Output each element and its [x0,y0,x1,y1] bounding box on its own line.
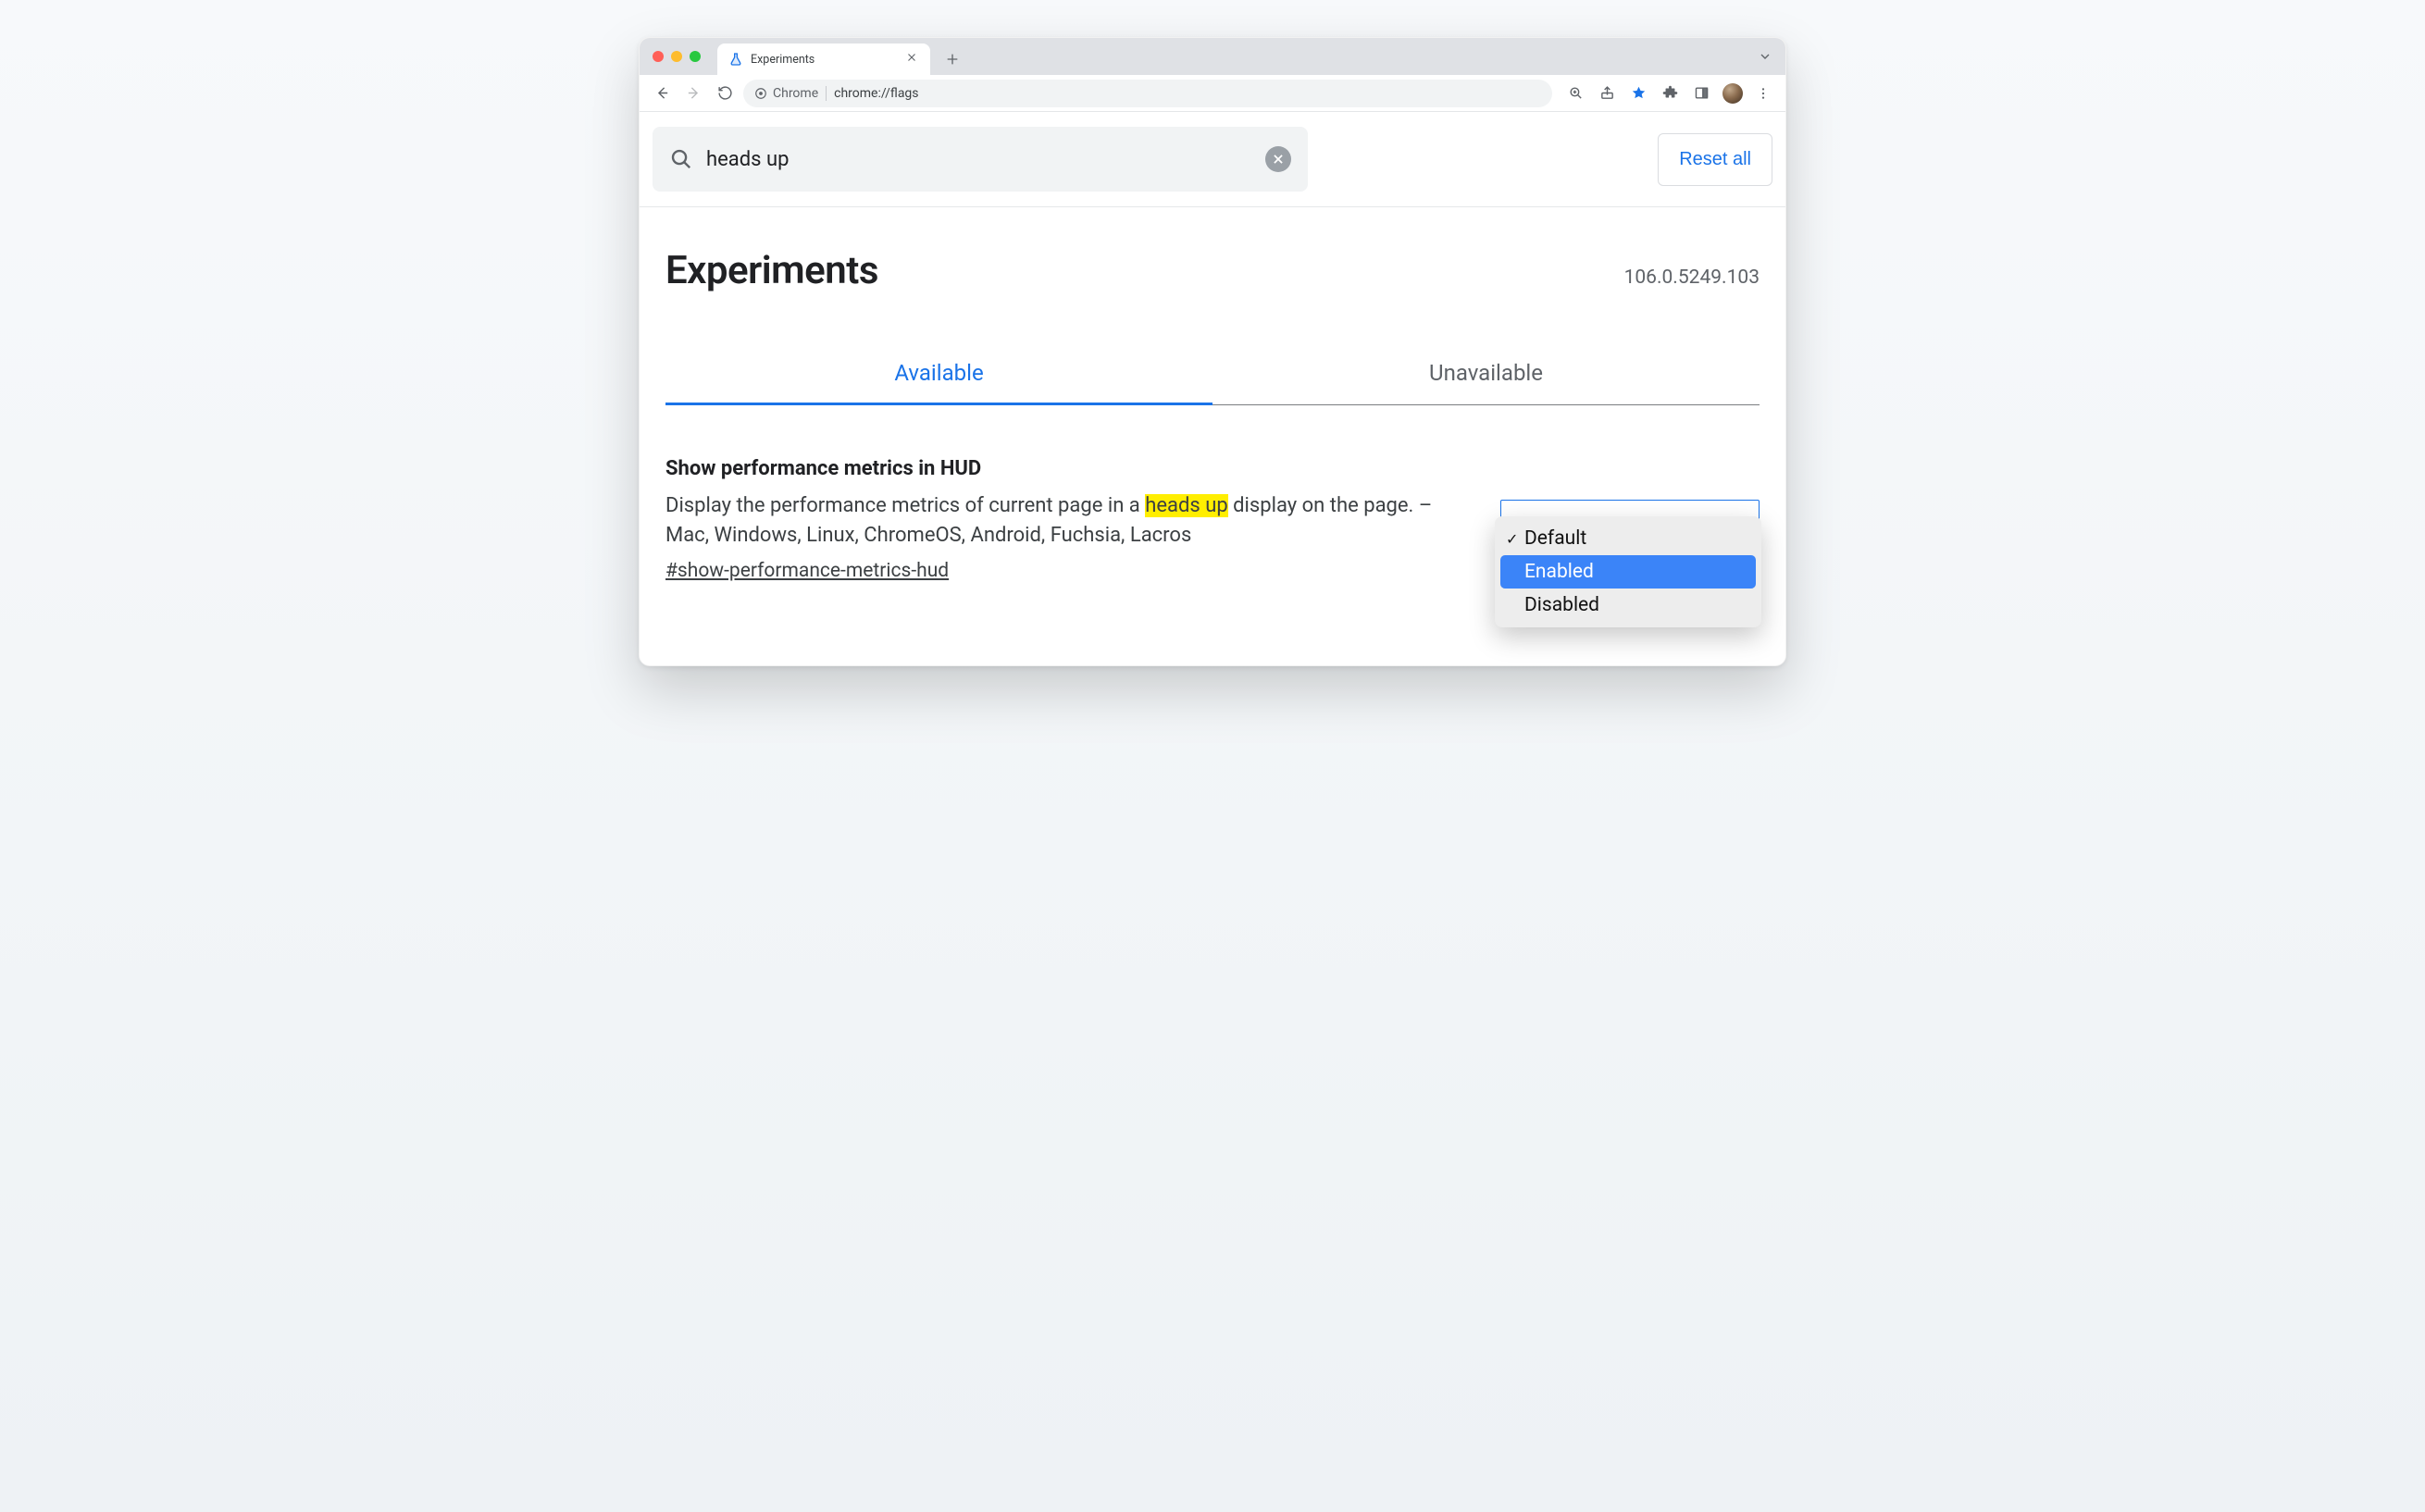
flags-content: Experiments 106.0.5249.103 Available Una… [640,207,1785,665]
reload-button[interactable] [712,81,738,106]
forward-button[interactable] [680,81,706,106]
flags-tabs: Available Unavailable [665,343,1760,405]
tab-title: Experiments [751,53,897,67]
window-maximize-button[interactable] [690,51,701,62]
site-chip-label: Chrome [773,86,818,101]
flag-description: Display the performance metrics of curre… [665,491,1463,551]
flag-option-disabled[interactable]: Disabled [1500,589,1756,622]
flag-select-menu: Default Enabled Disabled [1495,516,1761,627]
extensions-icon[interactable] [1656,80,1684,107]
page-title: Experiments [665,248,878,293]
flag-desc-before: Display the performance metrics of curre… [665,494,1145,517]
window-close-button[interactable] [653,51,664,62]
chrome-icon [754,87,767,100]
tab-available[interactable]: Available [665,343,1212,404]
flag-info: Show performance metrics in HUD Display … [665,457,1463,582]
toolbar-actions [1561,80,1776,107]
window-minimize-button[interactable] [671,51,682,62]
bookmark-star-icon[interactable] [1624,80,1652,107]
clear-search-button[interactable] [1265,146,1291,172]
back-button[interactable] [649,81,675,106]
flag-row: Show performance metrics in HUD Display … [665,457,1760,582]
flag-title: Show performance metrics in HUD [665,457,1463,480]
profile-avatar[interactable] [1719,80,1747,107]
reset-all-button[interactable]: Reset all [1658,133,1772,186]
tab-strip: Experiments [640,38,1785,75]
page-content: Reset all Experiments 106.0.5249.103 Ava… [640,112,1785,665]
chrome-menu-button[interactable] [1750,80,1776,107]
title-row: Experiments 106.0.5249.103 [665,248,1760,293]
avatar-image [1722,83,1743,104]
new-tab-button[interactable] [939,43,965,75]
sidepanel-icon[interactable] [1687,80,1715,107]
address-bar[interactable]: Chrome chrome://flags [743,80,1552,107]
site-chip: Chrome [754,86,818,101]
flag-option-enabled[interactable]: Enabled [1500,555,1756,589]
tab-unavailable[interactable]: Unavailable [1212,343,1760,404]
search-flags-input[interactable] [706,148,1252,171]
flask-icon [728,52,743,67]
browser-tab[interactable]: Experiments [717,43,930,75]
search-icon [669,147,693,171]
flags-search-bar: Reset all [640,112,1785,207]
tab-close-button[interactable] [904,50,919,68]
share-icon[interactable] [1593,80,1621,107]
chrome-version: 106.0.5249.103 [1624,266,1760,289]
omnibox-separator [826,86,827,101]
flag-option-default[interactable]: Default [1500,522,1756,555]
window-controls [647,38,708,75]
url-text: chrome://flags [834,86,918,101]
search-flags-field-wrap [653,127,1308,192]
flag-anchor-link[interactable]: #show-performance-metrics-hud [665,560,949,582]
zoom-icon[interactable] [1561,80,1589,107]
tab-overflow-button[interactable] [1758,49,1772,64]
flag-select[interactable]: Default Enabled Disabled [1500,500,1760,533]
toolbar: Chrome chrome://flags [640,75,1785,112]
search-highlight: heads up [1145,494,1227,517]
browser-window: Experiments Chrome [639,37,1786,666]
